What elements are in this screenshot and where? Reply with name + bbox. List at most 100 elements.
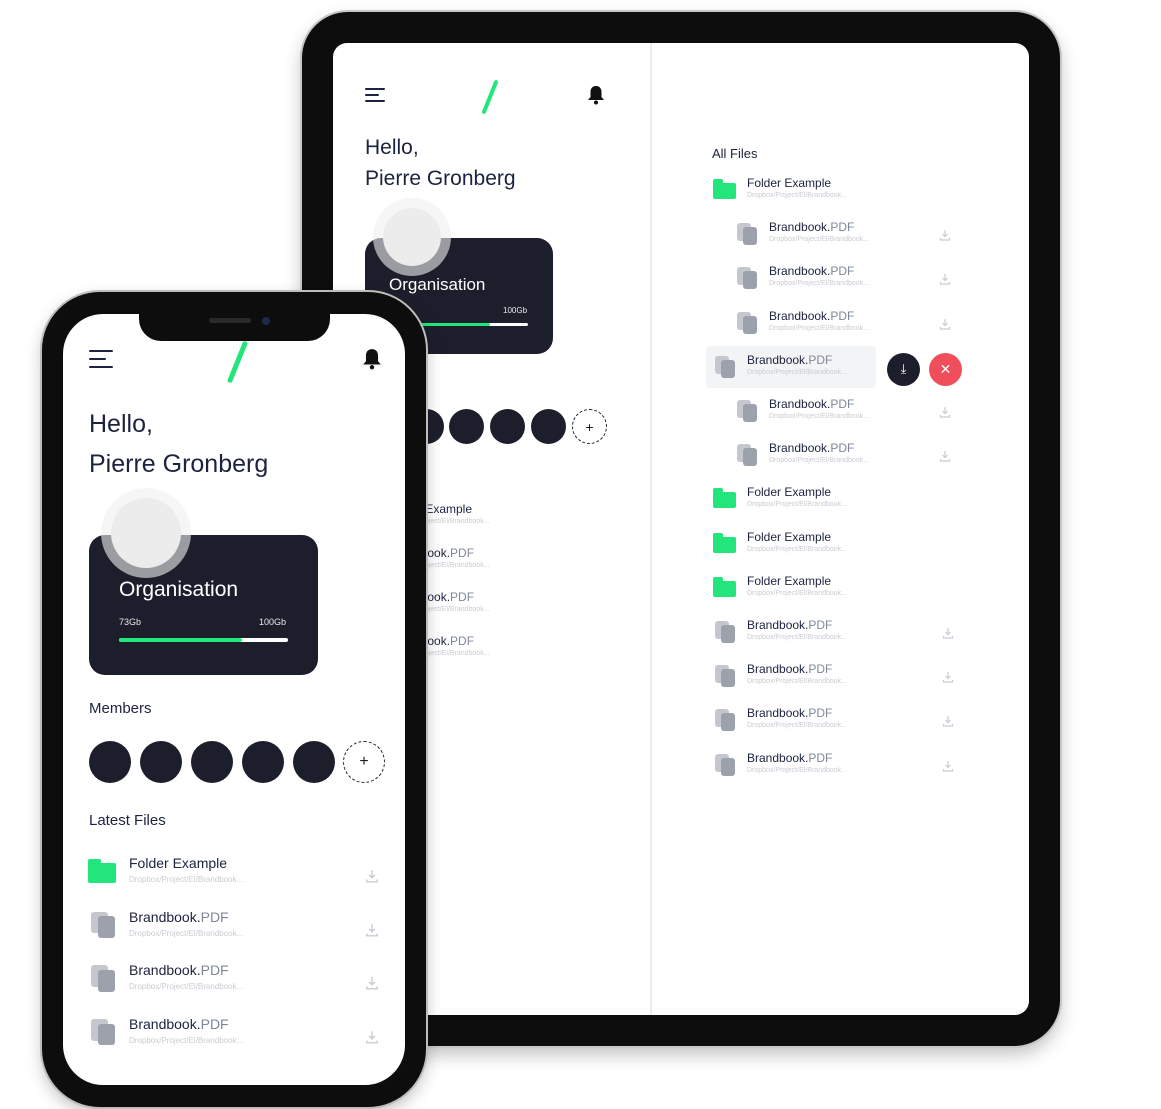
document-icon — [737, 267, 757, 290]
file-path: Dropbox/Project/El/Brandbook... — [747, 501, 847, 509]
file-name[interactable]: Folder Example — [747, 530, 831, 544]
file-name-text: Brandbook. — [747, 706, 809, 721]
file-extension: PDF — [830, 308, 855, 323]
download-icon[interactable] — [365, 1030, 379, 1044]
file-extension: PDF — [808, 750, 833, 765]
document-icon — [715, 753, 735, 776]
file-name-text: Brandbook. — [769, 397, 831, 411]
file-path: Dropbox/Project/El/Brandbook... — [747, 368, 847, 376]
file-extension: PDF — [830, 397, 855, 411]
file-name[interactable]: Brandbook.PDF — [129, 1016, 229, 1032]
file-name-text: Brandbook. — [747, 750, 809, 765]
file-name[interactable]: Brandbook.PDF — [747, 751, 832, 765]
folder-icon — [713, 532, 736, 553]
file-name-text: Folder Example — [747, 176, 832, 190]
file-extension: PDF — [808, 662, 833, 677]
download-icon[interactable] — [939, 405, 951, 418]
document-icon — [91, 965, 115, 992]
file-extension: PDF — [830, 220, 855, 235]
download-icon[interactable] — [939, 228, 951, 241]
document-icon — [737, 400, 757, 422]
document-icon — [737, 223, 757, 246]
file-path: Dropbox/Project/El/Brandbook... — [747, 766, 847, 774]
download-icon[interactable] — [939, 272, 951, 285]
file-name-text: Brandbook. — [129, 1016, 201, 1033]
file-name-text: Brandbook. — [129, 908, 201, 925]
file-path: Dropbox/Project/El/Brandbook... — [747, 678, 847, 686]
file-name-text: Brandbook. — [769, 441, 831, 456]
file-path: Dropbox/Project/El/Brandbook... — [129, 875, 244, 884]
document-icon — [715, 621, 735, 643]
file-name[interactable]: Brandbook.PDF — [769, 264, 854, 278]
download-icon[interactable] — [942, 759, 954, 772]
download-icon[interactable] — [939, 317, 951, 330]
file-path: Dropbox/Project/El/Brandbook... — [769, 324, 869, 332]
file-name[interactable]: Brandbook.PDF — [747, 353, 832, 367]
folder-icon — [713, 179, 736, 199]
download-icon[interactable] — [365, 923, 379, 937]
file-path: Dropbox/Project/El/Brandbook... — [129, 1036, 244, 1046]
download-icon[interactable] — [942, 626, 954, 639]
download-icon[interactable] — [365, 869, 379, 883]
close-icon: ✕ — [939, 360, 952, 377]
file-name-text: Brandbook. — [747, 618, 809, 632]
file-extension: PDF — [808, 618, 833, 632]
phone-screen: Hello, Pierre Gronberg Organisation 73Gb… — [63, 314, 405, 1085]
file-name[interactable]: Folder Example — [747, 176, 831, 190]
file-extension: PDF — [200, 1016, 229, 1033]
download-icon[interactable] — [939, 449, 951, 462]
delete-button[interactable]: ✕ — [929, 352, 962, 386]
file-name[interactable]: Brandbook.PDF — [769, 441, 854, 455]
document-icon — [91, 1019, 115, 1046]
download-icon[interactable] — [365, 976, 379, 990]
file-extension: PDF — [830, 264, 855, 279]
file-path: Dropbox/Project/El/Brandbook... — [747, 545, 847, 553]
file-extension: PDF — [808, 706, 833, 721]
file-name-text: Folder Example — [747, 529, 832, 544]
file-extension: PDF — [830, 441, 855, 456]
phone-speaker — [209, 318, 251, 323]
file-path: Dropbox/Project/El/Brandbook... — [747, 589, 847, 597]
document-icon — [91, 911, 115, 939]
file-name[interactable]: Folder Example — [129, 855, 227, 871]
file-name-text: Folder Example — [129, 855, 228, 871]
file-name-text: Brandbook. — [769, 264, 831, 279]
document-icon — [715, 709, 735, 732]
document-icon — [737, 311, 757, 334]
file-name[interactable]: Brandbook.PDF — [769, 220, 854, 234]
file-path: Dropbox/Project/El/Brandbook... — [747, 722, 847, 730]
file-path: Dropbox/Project/El/Brandbook... — [769, 413, 869, 420]
file-name[interactable]: Brandbook.PDF — [747, 618, 832, 632]
file-path: Dropbox/Project/El/Brandbook... — [747, 192, 847, 199]
file-name-text: Folder Example — [747, 573, 832, 588]
file-extension: PDF — [200, 962, 229, 979]
file-name-text: Folder Example — [747, 485, 832, 500]
file-path: Dropbox/Project/El/Brandbook... — [769, 280, 869, 288]
all-files-list: Folder Example Dropbox/Project/El/Brandbo… — [333, 43, 1029, 1015]
file-name-text: Brandbook. — [747, 662, 809, 677]
file-name-text: Brandbook. — [747, 352, 809, 367]
file-path: Dropbox/Project/El/Brandbook... — [769, 236, 869, 244]
file-name[interactable]: Folder Example — [747, 574, 831, 588]
file-name[interactable]: Brandbook.PDF — [769, 309, 854, 323]
folder-icon — [88, 859, 116, 883]
document-icon — [715, 665, 735, 688]
download-icon[interactable] — [942, 714, 954, 727]
file-name[interactable]: Brandbook.PDF — [747, 706, 832, 720]
folder-icon — [713, 488, 736, 509]
document-icon — [715, 355, 735, 378]
file-name[interactable]: Brandbook.PDF — [747, 662, 832, 676]
file-name[interactable]: Brandbook.PDF — [769, 397, 854, 411]
download-icon[interactable] — [942, 670, 954, 683]
file-extension: PDF — [808, 352, 833, 367]
download-button[interactable]: ⤓ — [887, 352, 920, 386]
file-path: Dropbox/Project/El/Brandbook... — [769, 457, 869, 465]
tablet-screen: Hello, Pierre Gronberg Organisation 100G… — [333, 43, 1029, 1015]
file-name[interactable]: Folder Example — [747, 485, 831, 499]
folder-icon — [713, 576, 736, 597]
file-name[interactable]: Brandbook.PDF — [129, 962, 229, 978]
file-name[interactable]: Brandbook.PDF — [129, 909, 229, 925]
file-name-text: Brandbook. — [769, 308, 831, 323]
file-name-text: Brandbook. — [129, 962, 201, 979]
download-icon: ⤓ — [900, 361, 907, 377]
